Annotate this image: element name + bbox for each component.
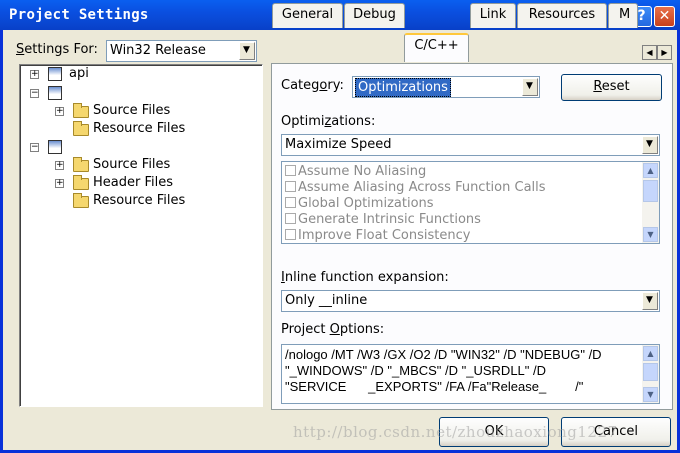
checkbox[interactable] xyxy=(285,165,296,176)
tab-scroll-right-icon[interactable]: ▶ xyxy=(657,45,672,60)
list-item[interactable]: Assume Aliasing Across Function Calls xyxy=(285,180,546,196)
tree-node-resource-files[interactable]: Resource Files xyxy=(20,120,260,138)
tree-node-project[interactable]: − xyxy=(20,138,260,156)
checkbox[interactable] xyxy=(285,213,296,224)
optimizations-value: Maximize Speed xyxy=(285,137,392,152)
window-title: Project Settings xyxy=(9,7,149,23)
folder-icon xyxy=(73,121,89,136)
checkbox[interactable] xyxy=(285,197,296,208)
folder-icon xyxy=(73,157,89,172)
options-scrollbar[interactable]: ▲ ▼ xyxy=(642,345,659,403)
close-icon[interactable]: ✕ xyxy=(654,6,675,27)
tab-more[interactable]: M xyxy=(608,3,638,28)
watermark-text: http://blog.csdn.net/zhouzhaoxiong1227 xyxy=(293,423,618,441)
chevron-down-icon[interactable]: ▼ xyxy=(522,78,538,96)
project-options-textarea[interactable]: /nologo /MT /W3 /GX /O2 /D "WIN32" /D "N… xyxy=(281,344,660,404)
tab-scroll-left-icon[interactable]: ◀ xyxy=(642,45,657,60)
project-options-label: Project Options: xyxy=(281,322,385,337)
project-options-line: "SERVICE _EXPORTS" /FA /Fa"Release_ /" xyxy=(285,379,584,394)
list-item[interactable]: Assume No Aliasing xyxy=(285,164,426,180)
tab-general[interactable]: General xyxy=(272,3,343,28)
optimizations-select[interactable]: Maximize Speed ▼ xyxy=(281,134,660,156)
chevron-down-icon[interactable]: ▼ xyxy=(642,136,658,154)
tab-c-cpp[interactable]: C/C++ xyxy=(404,33,469,62)
project-tree[interactable]: + api − + Source Files Resource Files − xyxy=(19,64,263,407)
folder-icon xyxy=(73,175,89,190)
list-item[interactable]: Generate Intrinsic Functions xyxy=(285,212,481,228)
scroll-up-icon[interactable]: ▲ xyxy=(643,346,658,361)
expand-icon[interactable]: + xyxy=(55,161,64,170)
reset-button[interactable]: Reset xyxy=(561,74,662,101)
inline-expansion-label: Inline function expansion: xyxy=(281,270,449,285)
project-icon xyxy=(48,86,62,100)
c-cpp-tab-pane: Category: Optimizations ▼ Reset Optimiza… xyxy=(271,63,673,410)
folder-icon xyxy=(73,103,89,118)
scroll-up-icon[interactable]: ▲ xyxy=(643,163,658,178)
checkbox[interactable] xyxy=(285,229,296,240)
tree-node-source-files[interactable]: + Source Files xyxy=(20,102,260,120)
tree-node-source-files[interactable]: + Source Files xyxy=(20,156,260,174)
project-settings-dialog: Project Settings ? ✕ Settings For: Win32… xyxy=(0,0,680,453)
checkbox[interactable] xyxy=(285,181,296,192)
optimizations-label: Optimizations: xyxy=(281,114,376,129)
project-icon xyxy=(48,67,62,81)
project-icon xyxy=(48,140,62,154)
expand-icon[interactable]: + xyxy=(30,70,39,79)
settings-for-select[interactable]: Win32 Release ▼ xyxy=(106,40,257,62)
tab-resources[interactable]: Resources xyxy=(517,3,607,28)
tree-node-api[interactable]: + api xyxy=(20,65,260,83)
scroll-thumb[interactable] xyxy=(643,180,658,202)
tree-node-header-files[interactable]: + Header Files xyxy=(20,174,260,192)
chevron-down-icon[interactable]: ▼ xyxy=(239,42,255,60)
tab-link[interactable]: Link xyxy=(470,3,516,28)
settings-for-value: Win32 Release xyxy=(110,43,206,58)
category-select[interactable]: Optimizations ▼ xyxy=(352,76,540,98)
scroll-down-icon[interactable]: ▼ xyxy=(643,387,658,402)
collapse-icon[interactable]: − xyxy=(30,143,39,152)
folder-icon xyxy=(73,193,89,208)
category-value: Optimizations xyxy=(355,78,451,97)
list-item[interactable]: Global Optimizations xyxy=(285,196,434,212)
optimizations-options-list[interactable]: Assume No Aliasing Assume Aliasing Acros… xyxy=(281,161,660,244)
expand-icon[interactable]: + xyxy=(55,179,64,188)
settings-for-label: Settings For: xyxy=(16,42,98,57)
project-options-line: "_WINDOWS" /D "_MBCS" /D "_USRDLL" /D xyxy=(285,363,547,378)
scroll-down-icon[interactable]: ▼ xyxy=(643,227,658,242)
project-options-line: /nologo /MT /W3 /GX /O2 /D "WIN32" /D "N… xyxy=(285,347,602,362)
tab-debug[interactable]: Debug xyxy=(344,3,405,28)
tree-node-resource-files[interactable]: Resource Files xyxy=(20,192,260,210)
expand-icon[interactable]: + xyxy=(55,107,64,116)
collapse-icon[interactable]: − xyxy=(30,89,39,98)
list-scrollbar[interactable]: ▲ ▼ xyxy=(642,162,659,243)
category-label: Category: xyxy=(281,78,344,93)
inline-expansion-value: Only __inline xyxy=(285,293,368,308)
scroll-thumb[interactable] xyxy=(643,363,658,381)
list-item[interactable]: Improve Float Consistency xyxy=(285,228,470,243)
tree-node-project[interactable]: − xyxy=(20,84,260,102)
inline-expansion-select[interactable]: Only __inline ▼ xyxy=(281,290,660,312)
chevron-down-icon[interactable]: ▼ xyxy=(642,292,658,310)
